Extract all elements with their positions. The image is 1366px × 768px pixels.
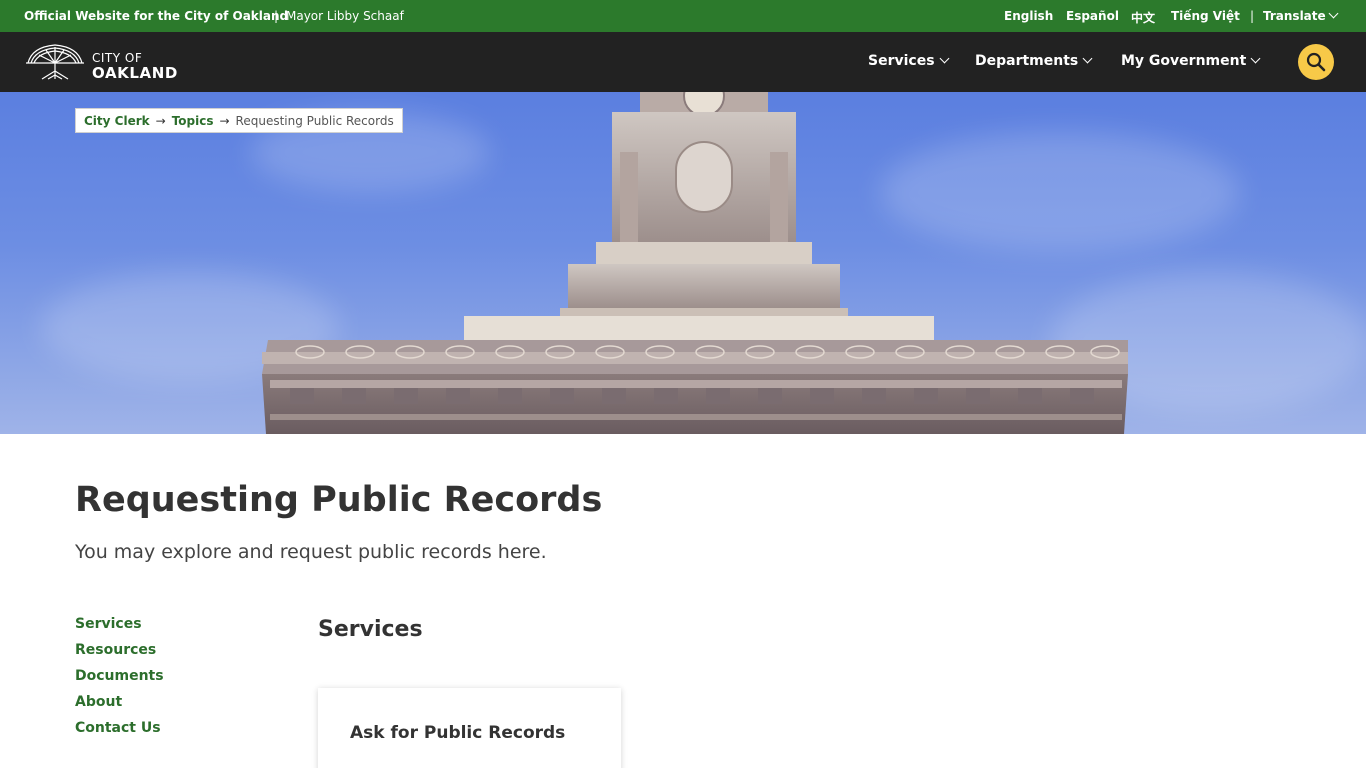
nav-my-government[interactable]: My Government: [1121, 53, 1261, 69]
language-spanish[interactable]: Español: [1066, 9, 1119, 23]
search-button[interactable]: [1298, 44, 1334, 80]
service-card-title[interactable]: Ask for Public Records: [350, 723, 565, 743]
section-navigation: Services Resources Documents About Conta…: [75, 616, 164, 746]
translate-label: Translate: [1263, 9, 1326, 23]
nav-services-label: Services: [868, 53, 935, 69]
sidenav-resources[interactable]: Resources: [75, 642, 164, 668]
nav-my-government-label: My Government: [1121, 53, 1247, 69]
mayor-link[interactable]: Mayor Libby Schaaf: [286, 9, 404, 23]
nav-departments[interactable]: Departments: [975, 53, 1093, 69]
logo-city-of: CITY OF: [92, 51, 143, 65]
services-heading: Services: [318, 617, 423, 642]
main-navigation: CITY OF OAKLAND Services Departments My …: [0, 32, 1366, 92]
language-english[interactable]: English: [1004, 9, 1053, 23]
chevron-down-icon: [1250, 53, 1261, 64]
sidenav-contact-us[interactable]: Contact Us: [75, 720, 164, 746]
page-subtitle: You may explore and request public recor…: [75, 541, 547, 563]
nav-departments-label: Departments: [975, 53, 1079, 69]
sidenav-services[interactable]: Services: [75, 616, 164, 642]
translate-dropdown[interactable]: Translate: [1263, 8, 1339, 23]
city-hall-tower-image: [262, 92, 1128, 434]
chevron-down-icon: [1328, 8, 1339, 19]
sidenav-about[interactable]: About: [75, 694, 164, 720]
breadcrumb: City Clerk → Topics → Requesting Public Reco…: [75, 108, 403, 133]
service-card[interactable]: Ask for Public Records: [318, 688, 621, 768]
search-icon: [1306, 52, 1326, 72]
logo-oakland: OAKLAND: [92, 64, 178, 82]
breadcrumb-current: Requesting Public Records: [235, 114, 394, 128]
divider: |: [1250, 9, 1255, 23]
breadcrumb-arrow: →: [155, 114, 166, 128]
nav-services[interactable]: Services: [868, 53, 949, 69]
official-website-link[interactable]: Official Website for the City of Oakland: [24, 9, 288, 23]
city-logo-text[interactable]: CITY OF OAKLAND: [92, 52, 178, 81]
page-title: Requesting Public Records: [75, 480, 603, 520]
breadcrumb-arrow: →: [219, 114, 230, 128]
oak-tree-logo-icon[interactable]: [24, 41, 86, 83]
sidenav-documents[interactable]: Documents: [75, 668, 164, 694]
hero-banner: City Clerk → Topics → Requesting Public Reco…: [0, 92, 1366, 434]
breadcrumb-city-clerk[interactable]: City Clerk: [84, 114, 150, 128]
chevron-down-icon: [1082, 53, 1093, 64]
utility-bar: Official Website for the City of Oakland…: [0, 0, 1366, 32]
language-vietnamese[interactable]: Tiếng Việt: [1171, 9, 1240, 23]
breadcrumb-topics[interactable]: Topics: [172, 114, 214, 128]
language-chinese[interactable]: 中文: [1131, 9, 1155, 26]
chevron-down-icon: [939, 53, 949, 64]
divider: |: [274, 9, 279, 23]
